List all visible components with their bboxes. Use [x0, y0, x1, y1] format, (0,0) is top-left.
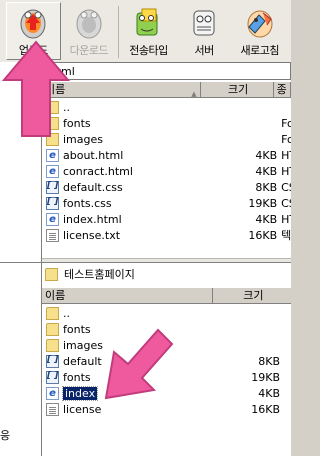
css-file-icon [46, 354, 59, 368]
html-file-icon: e [46, 148, 59, 162]
list-item[interactable]: license.txt 16KB 텍 [42, 227, 291, 243]
pointer-arrow-down-left-icon [104, 328, 174, 400]
refresh-icon [243, 5, 277, 41]
upload-icon [16, 5, 50, 41]
html-file-icon: e [46, 164, 59, 178]
remote-col-size[interactable]: 크기 [201, 82, 274, 97]
refresh-button[interactable]: 새로고침 [232, 2, 287, 60]
css-file-icon [46, 370, 59, 384]
remote-col-type[interactable]: 종 [274, 82, 292, 97]
list-item[interactable]: eabout.html4KBHT [42, 147, 291, 163]
local-col-name[interactable]: 이름 [42, 288, 213, 303]
folder-icon [46, 322, 59, 336]
list-item[interactable]: econract.html4KBHT [42, 163, 291, 179]
local-col-size[interactable]: 크기 [213, 288, 291, 303]
text-file-icon [46, 228, 59, 242]
refresh-label: 새로고침 [240, 44, 279, 57]
folder-icon [46, 338, 59, 352]
html-file-icon: e [46, 386, 59, 400]
css-file-icon [46, 196, 59, 210]
css-file-icon [46, 180, 59, 194]
local-folder-field[interactable]: 테스트홈페이지 [42, 265, 291, 283]
local-folder-name: 테스트홈페이지 [64, 268, 135, 281]
server-icon [187, 5, 221, 41]
local-column-header: 이름 크기 [42, 287, 291, 304]
transfer-type-icon [131, 5, 165, 41]
server-label: 서버 [194, 44, 214, 57]
transfer-type-button[interactable]: 전송타입 [121, 2, 176, 60]
server-button[interactable]: 서버 [177, 2, 232, 60]
text-file-icon [46, 402, 59, 416]
pointer-arrow-up-icon [1, 40, 71, 137]
transfer-type-label: 전송타입 [129, 44, 168, 57]
html-file-icon: e [46, 212, 59, 226]
local-left-strip: 응 [0, 263, 42, 456]
list-item[interactable]: fonts.css19KBCS [42, 195, 291, 211]
folder-icon [45, 267, 58, 281]
list-item[interactable]: .. [42, 305, 291, 321]
toolbar-separator [118, 6, 120, 58]
list-item[interactable]: eindex.html4KBHT [42, 211, 291, 227]
folder-icon [46, 306, 59, 320]
local-left-label: 응 [0, 429, 11, 442]
download-icon [72, 5, 106, 41]
list-item[interactable]: default.css8KBCS [42, 179, 291, 195]
sort-ascending-icon: ▲ [191, 90, 197, 97]
